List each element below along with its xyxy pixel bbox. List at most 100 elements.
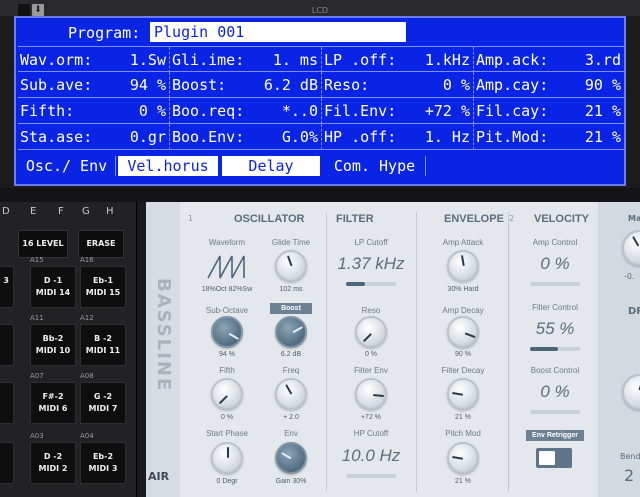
lcd-tab[interactable]: Vel.horus — [118, 156, 218, 176]
hp-cutoff-value[interactable]: 10.0 Hz — [331, 446, 411, 466]
lcd-parameter-label: Boost: — [172, 76, 227, 94]
lcd-parameter-cell[interactable]: Boo.req: *..0 — [170, 98, 322, 124]
section-divider — [416, 212, 417, 492]
drum-pad[interactable]: Eb-1 MIDI 15 — [80, 266, 126, 308]
lcd-parameter-cell[interactable]: Boost: 6.2 dB — [170, 72, 322, 98]
waveform-value: 18%Oct 82%Sw — [201, 286, 253, 293]
lcd-parameter-label: Amp.cay: — [476, 76, 549, 94]
pad-note: Bb-2 — [42, 334, 64, 343]
start-phase-knob[interactable] — [211, 442, 243, 474]
fifth-knob[interactable] — [211, 378, 243, 410]
amp-control-value[interactable]: 0 % — [515, 254, 595, 274]
sub-octave-knob[interactable] — [211, 316, 243, 348]
lcd-parameter-label: Boo.req: — [172, 102, 245, 120]
drum-pad[interactable]: D -1 MIDI 14 — [30, 266, 76, 308]
column-header: H — [106, 206, 114, 217]
lcd-parameter-cell[interactable]: Sub.ave: 94 % — [18, 72, 170, 98]
drum-pad[interactable]: Eb-2 MIDI 3 — [80, 442, 126, 484]
lcd-parameter-value: G.0% — [281, 128, 318, 146]
top-strip: ⬇ LCD — [0, 0, 640, 16]
filter-env-knob[interactable] — [355, 378, 387, 410]
filter-decay-knob[interactable] — [447, 378, 479, 410]
lcd-tab[interactable]: Com. Hype — [324, 156, 426, 176]
master-knob[interactable] — [622, 230, 640, 266]
drum-pad[interactable]: B -2 MIDI 11 — [80, 324, 126, 366]
lcd-parameter-cell[interactable]: LP .off: 1.kHz — [322, 47, 474, 73]
hp-cutoff-slider[interactable] — [346, 474, 396, 478]
glide-time-value: 102 ms — [279, 286, 303, 293]
lcd-parameter-cell[interactable]: Gli.ime: 1. ms — [170, 47, 322, 73]
lcd-parameter-cell[interactable]: Wav.orm: 1.Sw — [18, 47, 170, 73]
lcd-tab[interactable]: Delay — [222, 156, 320, 176]
lcd-parameter-label: Gli.ime: — [172, 51, 245, 69]
boost-control-value[interactable]: 0 % — [515, 382, 595, 402]
lcd-parameter-value: 94 % — [129, 76, 166, 94]
env-retrigger-badge: Env Retrigger — [526, 430, 584, 441]
brand-logo: BASSLINE — [153, 278, 174, 393]
drum-pad[interactable]: Bb-2 MIDI 10 — [30, 324, 76, 366]
boost-control-slider[interactable] — [530, 410, 580, 414]
freq-knob[interactable] — [275, 378, 307, 410]
drum-pad[interactable] — [0, 382, 14, 424]
boost-badge[interactable]: Boost — [270, 303, 312, 314]
oscillator-header: OSCILLATOR — [234, 213, 305, 225]
glide-time-knob[interactable] — [275, 250, 307, 282]
pad-note: Eb-2 — [92, 452, 114, 461]
pad-midi: MIDI 6 — [38, 404, 68, 413]
lcd-parameter-cell[interactable]: Reso: 0 % — [322, 72, 474, 98]
filter-env-label: Filter Env — [354, 366, 388, 375]
program-name-field[interactable]: Plugin 001 — [150, 22, 406, 42]
boost-knob[interactable] — [275, 316, 307, 348]
lcd-tab[interactable]: Osc./ Env — [18, 156, 116, 176]
pad-note: B -2 — [94, 334, 112, 343]
filter-control-slider[interactable] — [530, 347, 580, 351]
drum-pad[interactable]: F#-2 MIDI 6 — [30, 382, 76, 424]
bend-value[interactable]: 2 — [624, 466, 634, 485]
drum-pad[interactable] — [0, 324, 14, 366]
amp-attack-label: Amp Attack — [442, 238, 484, 247]
amp-control-slider[interactable] — [530, 282, 580, 286]
lp-cutoff-value[interactable]: 1.37 kHz — [331, 254, 411, 274]
section-number: 2 — [509, 214, 515, 223]
erase-button[interactable]: ERASE — [78, 230, 124, 258]
pitch-mod-knob[interactable] — [447, 442, 479, 474]
lcd-parameter-cell[interactable]: Fil.cay: 21 % — [474, 98, 624, 124]
pitch-mod-label: Pitch Mod — [445, 429, 481, 438]
drum-pad[interactable]: D -2 MIDI 2 — [30, 442, 76, 484]
drum-pad[interactable]: 3 — [0, 266, 14, 308]
lp-cutoff-label: LP Cutoff — [354, 238, 388, 247]
amp-decay-label: Amp Decay — [442, 306, 484, 315]
env-retrigger-toggle[interactable] — [536, 448, 572, 468]
filter-control-value[interactable]: 55 % — [515, 319, 595, 339]
reso-knob[interactable] — [355, 316, 387, 348]
env-value: Gain 30% — [275, 478, 307, 485]
lcd-parameter-cell[interactable]: Boo.Env: G.0% — [170, 124, 322, 150]
lp-cutoff-slider[interactable] — [346, 282, 396, 286]
env-knob[interactable] — [275, 442, 307, 474]
drum-pad[interactable] — [0, 442, 14, 484]
lcd-parameter-label: LP .off: — [324, 51, 397, 69]
lcd-parameter-cell[interactable]: Amp.ack: 3.rd — [474, 47, 624, 73]
filter-header: FILTER — [336, 213, 374, 225]
filter-decay-label: Filter Decay — [441, 366, 485, 375]
lcd-parameter-cell[interactable]: Pit.Mod: 21 % — [474, 124, 624, 150]
lcd-parameter-cell[interactable]: Amp.cay: 90 % — [474, 72, 624, 98]
hp-cutoff-label: HP Cutoff — [353, 429, 389, 438]
column-header: G — [82, 206, 90, 217]
sixteen-level-button[interactable]: 16 LEVEL — [18, 230, 68, 258]
pad-note: 3 — [3, 276, 9, 285]
drive-knob[interactable] — [622, 374, 640, 410]
amp-decay-knob[interactable] — [447, 316, 479, 348]
drum-pad[interactable]: G -2 MIDI 7 — [80, 382, 126, 424]
sawtooth-wave-icon[interactable] — [206, 252, 248, 280]
lcd-parameter-cell[interactable]: Fifth: 0 % — [18, 98, 170, 124]
lcd-parameter-cell[interactable]: Fil.Env: +72 % — [322, 98, 474, 124]
envelope-header: ENVELOPE — [444, 213, 504, 225]
separator — [0, 188, 640, 202]
section-divider — [508, 212, 509, 492]
lcd-parameter-cell[interactable]: HP .off: 1. Hz — [322, 124, 474, 150]
amp-attack-knob[interactable] — [447, 250, 479, 282]
env-label: Env — [284, 429, 298, 438]
lcd-parameter-cell[interactable]: Sta.ase: 0.gr — [18, 124, 170, 150]
lcd-row: Sub.ave: 94 % Boost: 6.2 dB Reso: 0 % Amp.cay:… — [18, 72, 624, 98]
